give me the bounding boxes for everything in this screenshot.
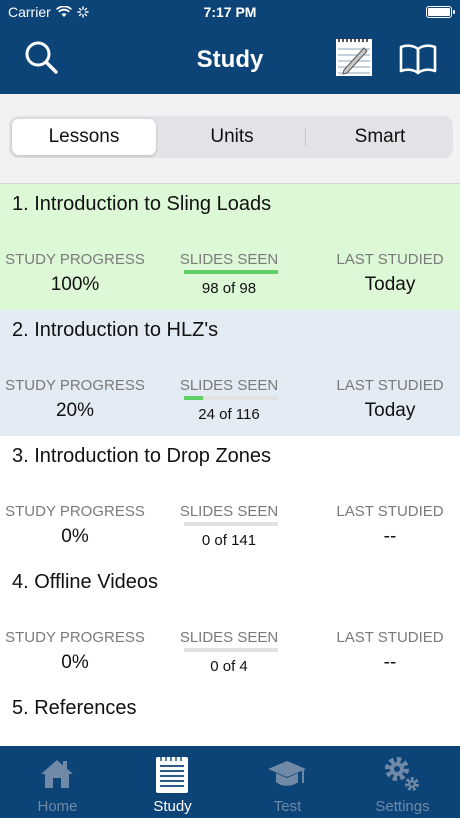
slides-seen-value: 98 of 98	[201, 280, 257, 297]
study-progress-value: 0%	[61, 652, 89, 673]
home-icon	[41, 760, 73, 788]
last-studied-value: --	[383, 526, 397, 547]
lesson-row[interactable]: 1. Introduction to Sling Loads STUDY PRO…	[0, 184, 460, 311]
slides-seen-progress-bar	[184, 648, 278, 652]
progress-bar-fill	[184, 270, 278, 274]
notes-icon	[336, 38, 372, 76]
last-studied-label: LAST STUDIED	[336, 251, 444, 268]
last-studied-value: --	[383, 652, 397, 673]
book-button[interactable]	[398, 38, 438, 78]
study-progress-label: STUDY PROGRESS	[5, 251, 145, 268]
study-progress-value: 100%	[50, 274, 100, 295]
lesson-title: 5. References	[12, 697, 137, 719]
tab-settings[interactable]: Settings	[345, 746, 460, 818]
study-progress-value: 20%	[55, 400, 95, 421]
slides-seen-value: 0 of 4	[210, 658, 248, 675]
lesson-row[interactable]: 2. Introduction to HLZ's STUDY PROGRESS …	[0, 310, 460, 437]
lesson-row[interactable]: 4. Offline Videos STUDY PROGRESS 0% SLID…	[0, 562, 460, 689]
tab-label: Home	[37, 798, 78, 815]
segment-smart[interactable]: Smart	[308, 119, 452, 155]
notepad-icon	[156, 756, 188, 793]
lesson-row[interactable]: 3. Introduction to Drop Zones STUDY PROG…	[0, 436, 460, 563]
slides-seen-progress-bar	[184, 270, 278, 274]
lesson-row[interactable]: 5. References	[0, 688, 460, 748]
study-progress-label: STUDY PROGRESS	[5, 377, 145, 394]
graduation-cap-icon	[268, 761, 306, 786]
slides-seen-label: SLIDES SEEN	[179, 503, 279, 520]
last-studied-label: LAST STUDIED	[336, 503, 444, 520]
gear-icon	[385, 757, 419, 791]
slides-seen-value: 24 of 116	[198, 406, 260, 423]
study-progress-value: 0%	[61, 526, 89, 547]
lesson-title: 4. Offline Videos	[12, 571, 159, 593]
status-bar: Carrier 7:17 PM	[0, 0, 460, 24]
last-studied-value: Today	[364, 400, 416, 421]
progress-bar-fill	[184, 396, 203, 400]
clock: 7:17 PM	[203, 4, 257, 20]
study-progress-label: STUDY PROGRESS	[5, 503, 145, 520]
segment-bar: Lessons Units Smart	[0, 94, 460, 184]
battery-icon	[426, 6, 455, 18]
lesson-title: 1. Introduction to Sling Loads	[12, 193, 272, 215]
slides-seen-label: SLIDES SEEN	[179, 251, 279, 268]
lesson-title: 3. Introduction to Drop Zones	[12, 445, 272, 467]
study-progress-label: STUDY PROGRESS	[5, 629, 145, 646]
segment-lessons[interactable]: Lessons	[12, 119, 156, 155]
tab-test[interactable]: Test	[230, 746, 345, 818]
slides-seen-label: SLIDES SEEN	[179, 377, 279, 394]
lesson-title: 2. Introduction to HLZ's	[12, 319, 219, 341]
segmented-control: Lessons Units Smart	[9, 116, 453, 158]
tab-study[interactable]: Study	[115, 746, 230, 818]
slides-seen-progress-bar	[184, 396, 278, 400]
segment-divider	[305, 128, 306, 146]
tab-label: Test	[273, 798, 302, 815]
tab-home[interactable]: Home	[0, 746, 115, 818]
segment-units[interactable]: Units	[160, 119, 304, 155]
tab-label: Study	[153, 798, 192, 815]
slides-seen-label: SLIDES SEEN	[179, 629, 279, 646]
book-icon	[399, 44, 437, 75]
slides-seen-value: 0 of 141	[201, 532, 257, 549]
last-studied-value: Today	[364, 274, 416, 295]
notes-button[interactable]	[334, 36, 374, 78]
last-studied-label: LAST STUDIED	[336, 629, 444, 646]
tab-bar: Home Study Test Settings	[0, 746, 460, 818]
tab-label: Settings	[375, 798, 430, 815]
slides-seen-progress-bar	[184, 522, 278, 526]
page-title: Study	[196, 46, 264, 73]
nav-bar: Study	[0, 24, 460, 94]
last-studied-label: LAST STUDIED	[336, 377, 444, 394]
